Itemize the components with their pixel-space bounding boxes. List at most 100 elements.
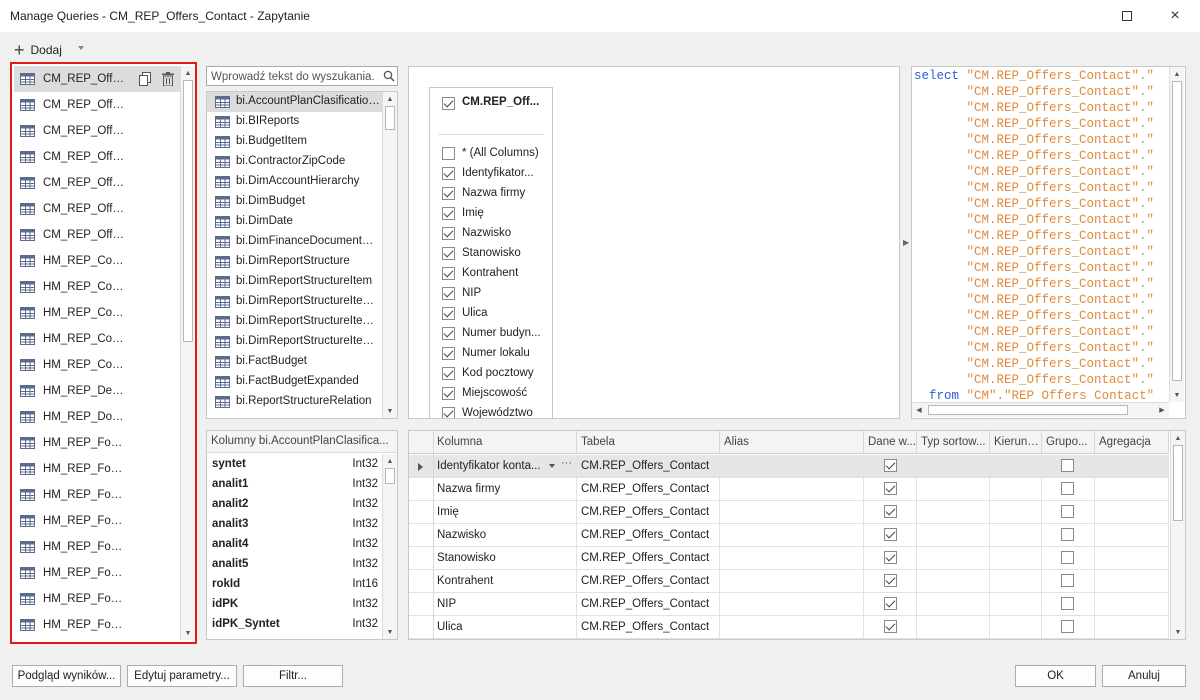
table-list-item[interactable]: bi.FactBudgetExpanded — [207, 372, 382, 392]
query-list-item[interactable]: HM_REP_Forei... — [14, 508, 180, 534]
grid-cell-alias[interactable] — [720, 524, 864, 547]
table-list-item[interactable]: bi.BIReports — [207, 112, 382, 132]
query-list-item[interactable]: CM_REP_Offe... — [14, 196, 180, 222]
table-list-item[interactable]: bi.BudgetItem — [207, 132, 382, 152]
scroll-thumb[interactable] — [385, 468, 395, 484]
entity-card[interactable]: CM.REP_Off... * (All Columns) Identyfika… — [429, 87, 553, 418]
entity-column[interactable]: Identyfikator... — [430, 164, 552, 184]
table-column-row[interactable]: analit5 Int32 — [207, 555, 382, 575]
search-icon[interactable] — [383, 70, 395, 82]
scroll-down-icon[interactable]: ▼ — [383, 404, 397, 418]
grid-cell-sort-order[interactable] — [990, 570, 1042, 593]
grid-cell-table[interactable]: CM.REP_Offers_Contact — [577, 524, 720, 547]
grid-row[interactable]: Identyfikator konta... ··· CM.REP_Offers… — [409, 455, 1169, 478]
entity-column-checkbox[interactable] — [442, 247, 455, 260]
scroll-down-icon[interactable]: ▼ — [383, 625, 397, 639]
grid-cell-column[interactable]: Kontrahent — [433, 570, 577, 593]
query-list-item[interactable]: HM_REP_Forei... — [14, 430, 180, 456]
table-column-row[interactable]: analit3 Int32 — [207, 515, 382, 535]
grid-cell-table[interactable]: CM.REP_Offers_Contact — [577, 616, 720, 639]
grid-cell-sort-type[interactable] — [917, 547, 990, 570]
scroll-thumb[interactable] — [183, 80, 193, 342]
entity-column-checkbox[interactable] — [442, 187, 455, 200]
query-list-item[interactable]: HM_REP_Docu... — [14, 404, 180, 430]
query-list-item[interactable]: HM_REP_Deliv... — [14, 378, 180, 404]
grid-cell-column[interactable]: Ulica — [433, 616, 577, 639]
table-column-row[interactable]: syntet Int32 — [207, 455, 382, 475]
entity-column[interactable]: Nazwa firmy — [430, 184, 552, 204]
query-list-item[interactable]: HM_REP_Comp... — [14, 248, 180, 274]
tables-scrollbar[interactable]: ▲ ▼ — [382, 92, 397, 418]
group-checkbox[interactable] — [1061, 574, 1074, 587]
scroll-down-icon[interactable]: ▼ — [1170, 388, 1184, 402]
table-list-item[interactable]: bi.DimReportStructureItem... — [207, 332, 382, 352]
output-checkbox[interactable] — [884, 459, 897, 472]
output-checkbox[interactable] — [884, 597, 897, 610]
table-column-row[interactable]: analit2 Int32 — [207, 495, 382, 515]
grid-cell-column[interactable]: Nazwisko — [433, 524, 577, 547]
query-list-item[interactable]: HM_REP_Forei... — [14, 560, 180, 586]
query-list-item[interactable]: HM_REP_Forei... — [14, 534, 180, 560]
query-list-item[interactable]: CM_REP_Offe... — [14, 92, 180, 118]
entity-column-checkbox[interactable] — [442, 327, 455, 340]
entity-column-checkbox[interactable] — [442, 207, 455, 220]
grid-row[interactable]: Imię CM.REP_Offers_Contact — [409, 501, 1169, 524]
table-search-input[interactable] — [211, 69, 375, 84]
grid-cell-sort-type[interactable] — [917, 501, 990, 524]
grid-column-header[interactable]: Tabela — [577, 431, 720, 454]
entity-column[interactable]: Numer budyn... — [430, 324, 552, 344]
table-list-item[interactable]: bi.AccountPlanClasification... — [207, 92, 382, 112]
table-column-row[interactable]: idPK Int32 — [207, 595, 382, 615]
group-checkbox[interactable] — [1061, 505, 1074, 518]
table-columns-scrollbar[interactable]: ▲ ▼ — [382, 454, 397, 639]
grid-cell-sort-type[interactable] — [917, 455, 990, 478]
grid-cell-aggregate[interactable] — [1095, 524, 1169, 547]
grid-cell-sort-order[interactable] — [990, 455, 1042, 478]
query-list-item[interactable]: CM_REP_Offe... — [14, 66, 180, 92]
grid-cell-alias[interactable] — [720, 501, 864, 524]
grid-cell-sort-order[interactable] — [990, 547, 1042, 570]
scroll-up-icon[interactable]: ▲ — [1170, 67, 1184, 81]
table-list-item[interactable]: bi.ReportStructureRelation — [207, 392, 382, 412]
output-checkbox[interactable] — [884, 482, 897, 495]
grid-cell-sort-type[interactable] — [917, 570, 990, 593]
query-list-item[interactable]: HM_REP_Contr... — [14, 326, 180, 352]
query-list-item[interactable]: HM_REP_Forei... — [14, 586, 180, 612]
grid-column-header[interactable]: Alias — [720, 431, 864, 454]
entity-column-checkbox[interactable] — [442, 267, 455, 280]
grid-row[interactable]: Stanowisko CM.REP_Offers_Contact — [409, 547, 1169, 570]
table-list-item[interactable]: bi.DimFinanceDocumentNu... — [207, 232, 382, 252]
grid-cell-sort-type[interactable] — [917, 478, 990, 501]
query-list-item[interactable]: CM_REP_Offe... — [14, 144, 180, 170]
table-list-item[interactable]: bi.DimReportStructureItem... — [207, 312, 382, 332]
grid-cell-sort-order[interactable] — [990, 593, 1042, 616]
entity-column-checkbox[interactable] — [442, 147, 455, 160]
table-column-row[interactable]: rokId Int16 — [207, 575, 382, 595]
grid-cell-table[interactable]: CM.REP_Offers_Contact — [577, 501, 720, 524]
grid-scrollbar[interactable]: ▲ ▼ — [1170, 431, 1185, 639]
table-list-item[interactable]: bi.DimReportStructure — [207, 252, 382, 272]
grid-cell-alias[interactable] — [720, 616, 864, 639]
table-list-item[interactable]: bi.DimBudget — [207, 192, 382, 212]
entity-column[interactable]: Nazwisko — [430, 224, 552, 244]
entity-column[interactable]: NIP — [430, 284, 552, 304]
query-list-item[interactable]: HM_REP_Forei... — [14, 456, 180, 482]
table-list-item[interactable]: bi.ContractorZipCode — [207, 152, 382, 172]
grid-cell-aggregate[interactable] — [1095, 593, 1169, 616]
group-checkbox[interactable] — [1061, 620, 1074, 633]
entity-column-checkbox[interactable] — [442, 387, 455, 400]
table-column-row[interactable]: analit1 Int32 — [207, 475, 382, 495]
grid-row[interactable]: Ulica CM.REP_Offers_Contact — [409, 616, 1169, 639]
group-checkbox[interactable] — [1061, 597, 1074, 610]
output-checkbox[interactable] — [884, 574, 897, 587]
grid-cell-sort-type[interactable] — [917, 616, 990, 639]
close-button[interactable]: × — [1152, 0, 1198, 32]
entity-column-checkbox[interactable] — [442, 227, 455, 240]
grid-cell-aggregate[interactable] — [1095, 570, 1169, 593]
table-list-item[interactable]: bi.DimReportStructureItem — [207, 272, 382, 292]
grid-row[interactable]: Nazwa firmy CM.REP_Offers_Contact — [409, 478, 1169, 501]
cancel-button[interactable]: Anuluj — [1102, 665, 1186, 687]
group-checkbox[interactable] — [1061, 528, 1074, 541]
entity-column-checkbox[interactable] — [442, 347, 455, 360]
group-checkbox[interactable] — [1061, 459, 1074, 472]
